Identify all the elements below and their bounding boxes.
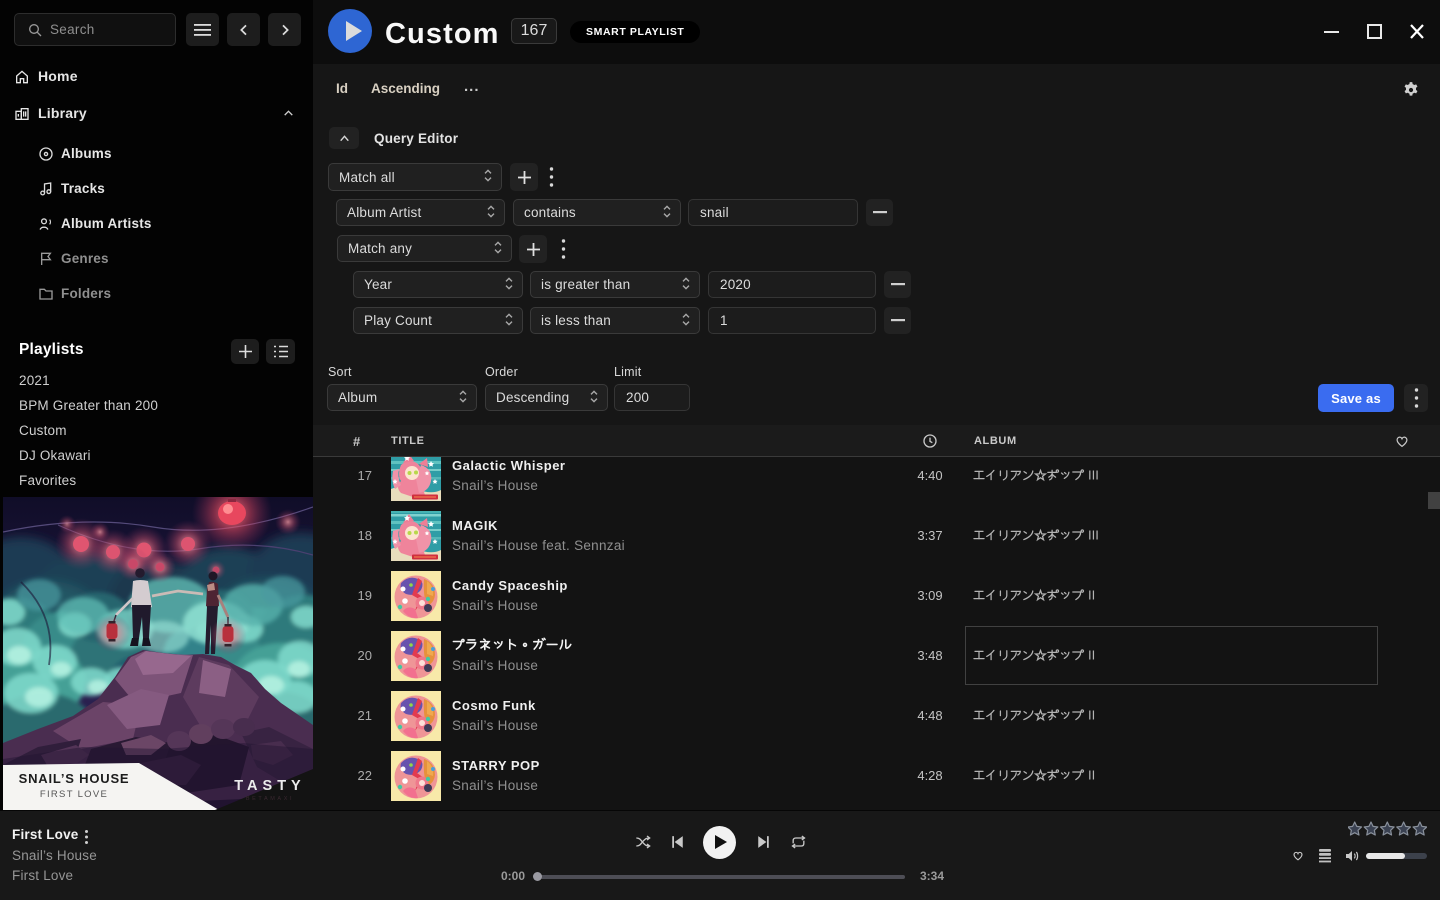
svg-text:BETAMAXI: BETAMAXI — [246, 796, 294, 802]
svg-text:II: II — [1088, 708, 1095, 722]
svg-text:III: III — [1088, 468, 1099, 482]
svg-text:FIRST LOVE: FIRST LOVE — [40, 789, 108, 800]
svg-text:III: III — [1088, 528, 1099, 542]
svg-text:TASTY: TASTY — [234, 778, 305, 794]
svg-text:SNAIL’S HOUSE: SNAIL’S HOUSE — [19, 771, 130, 786]
svg-text:II: II — [1088, 588, 1095, 602]
svg-text:II: II — [1088, 768, 1095, 782]
